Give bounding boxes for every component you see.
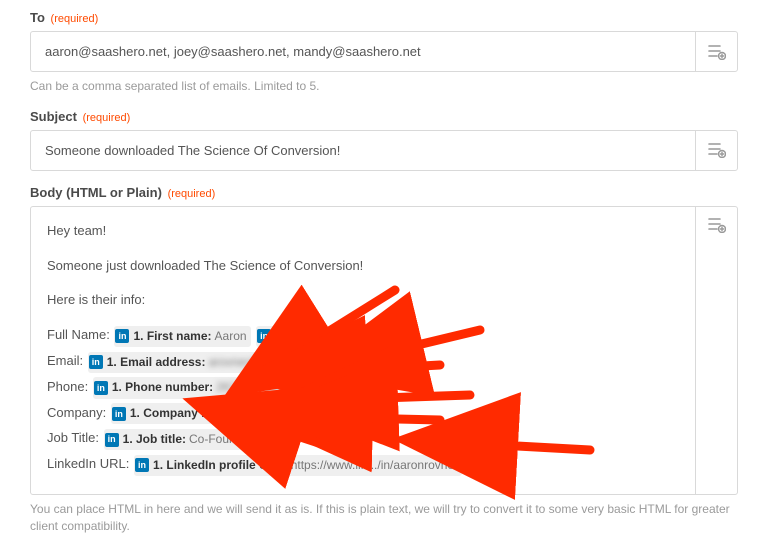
to-label-text: To — [30, 10, 45, 25]
linkedin-icon: in — [135, 458, 149, 472]
body-label-text: Body (HTML or Plain) — [30, 185, 162, 200]
token-val: https://www.lin.../in/aaronrovner — [291, 456, 458, 475]
linkedin-icon: in — [115, 329, 129, 343]
row-company: Company: in 1. Company name: Moor For Le… — [47, 403, 679, 425]
to-field: To (required) Can be a comma separated l… — [30, 10, 738, 95]
body-textarea[interactable]: Hey team! Someone just downloaded The Sc… — [31, 207, 695, 494]
token-val: Co-Founder — [189, 430, 253, 449]
row-phone-label: Phone: — [47, 379, 88, 394]
token-key: 1. Email address: — [107, 353, 206, 372]
to-input-wrap — [30, 31, 738, 72]
token-key: 1. Company name: — [130, 404, 237, 423]
insert-variable-icon — [708, 44, 726, 60]
body-required-badge: (required) — [168, 188, 216, 200]
body-insert-button[interactable] — [695, 207, 737, 494]
row-fullname-label: Full Name: — [47, 327, 110, 342]
to-required-badge: (required) — [51, 13, 99, 25]
row-linkedin: LinkedIn URL: in 1. LinkedIn profile URL… — [47, 454, 679, 476]
linkedin-icon: in — [94, 381, 108, 395]
token-key: 1. Last name: — [275, 327, 352, 346]
subject-label-text: Subject — [30, 109, 77, 124]
token-jobtitle[interactable]: in 1. Job title: Co-Founder — [104, 429, 257, 450]
insert-variable-icon — [708, 142, 726, 158]
token-key: 1. Job title: — [123, 430, 186, 449]
token-val: arovner@gmail.com — [208, 353, 316, 372]
row-email-label: Email: — [47, 353, 83, 368]
linkedin-icon: in — [257, 329, 271, 343]
token-key: 1. LinkedIn profile URL: — [153, 456, 288, 475]
subject-insert-button[interactable] — [695, 131, 737, 170]
token-firstname[interactable]: in 1. First name: Aaron — [114, 326, 250, 347]
token-key: 1. First name: — [133, 327, 211, 346]
row-fullname: Full Name: in 1. First name: Aaron in 1.… — [47, 325, 679, 347]
token-company[interactable]: in 1. Company name: Moor For Less — [111, 403, 321, 424]
token-email[interactable]: in 1. Email address: arovner@gmail.com — [88, 352, 320, 373]
body-greeting: Hey team! — [47, 221, 679, 242]
row-company-label: Company: — [47, 405, 106, 420]
body-field: Body (HTML or Plain) (required) Hey team… — [30, 185, 738, 535]
subject-input-wrap — [30, 130, 738, 171]
row-phone: Phone: in 1. Phone number: 267-555-0000 — [47, 377, 679, 399]
row-email: Email: in 1. Email address: arovner@gmai… — [47, 351, 679, 373]
subject-field: Subject (required) — [30, 109, 738, 171]
to-label: To (required) — [30, 10, 738, 25]
linkedin-icon: in — [89, 355, 103, 369]
body-input-wrap: Hey team! Someone just downloaded The Sc… — [30, 206, 738, 495]
row-jobtitle-label: Job Title: — [47, 430, 99, 445]
row-linkedin-label: LinkedIn URL: — [47, 456, 129, 471]
token-key: 1. Phone number: — [112, 378, 213, 397]
token-val: 267-555-0000 — [216, 378, 291, 397]
token-val: Moor For Less — [240, 404, 317, 423]
to-insert-button[interactable] — [695, 32, 737, 71]
row-jobtitle: Job Title: in 1. Job title: Co-Founder — [47, 428, 679, 450]
body-line3: Here is their info: — [47, 290, 679, 311]
token-linkedin[interactable]: in 1. LinkedIn profile URL: https://www.… — [134, 455, 462, 476]
subject-label: Subject (required) — [30, 109, 738, 124]
linkedin-icon: in — [105, 433, 119, 447]
token-lastname[interactable]: in 1. Last name: Rovner — [256, 326, 397, 347]
to-help-text: Can be a comma separated list of emails.… — [30, 78, 738, 95]
body-line2: Someone just downloaded The Science of C… — [47, 256, 679, 277]
token-phone[interactable]: in 1. Phone number: 267-555-0000 — [93, 377, 295, 398]
body-label: Body (HTML or Plain) (required) — [30, 185, 738, 200]
subject-required-badge: (required) — [83, 112, 131, 124]
token-val: Aaron — [215, 327, 247, 346]
insert-variable-icon — [708, 217, 726, 233]
token-val: Rovner — [355, 327, 394, 346]
subject-input[interactable] — [31, 131, 695, 170]
to-input[interactable] — [31, 32, 695, 71]
linkedin-icon: in — [112, 407, 126, 421]
body-help-text: You can place HTML in here and we will s… — [30, 501, 738, 535]
